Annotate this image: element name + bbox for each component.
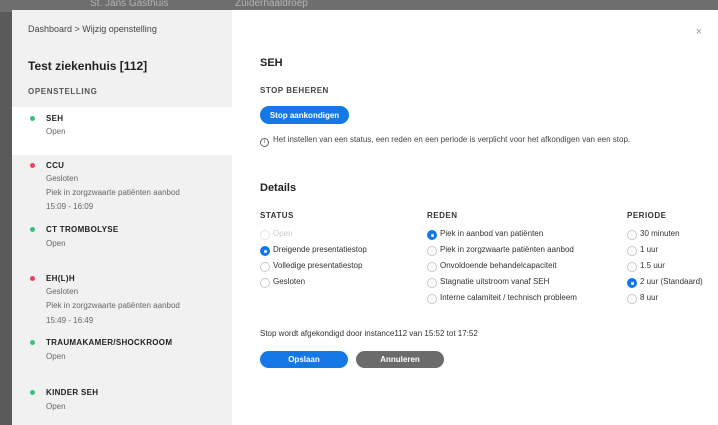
radio-icon [427,246,437,256]
details-title: Details [260,182,297,194]
status-dot [30,340,35,345]
close-icon[interactable]: × [696,26,702,38]
save-button[interactable]: Opslaan [260,351,348,368]
reden-option-label: Interne calamiteit / technisch probleem [440,293,577,302]
periode-option-label: 8 uur [640,293,659,302]
status-dot [30,390,35,395]
radio-icon [627,246,637,256]
cancel-button[interactable]: Annuleren [356,351,444,368]
status-dot [30,227,35,232]
status-heading: STATUS [260,211,294,220]
sidebar-item-time: 15:09 - 16:09 [46,202,94,211]
edit-openstelling-modal: Dashboard > Wijzig openstelling Test zie… [12,10,718,425]
stop-summary: Stop wordt afgekondigd door instance112 … [260,329,478,338]
info-icon: i [260,138,269,147]
sidebar-item-time: 15:49 - 16:49 [46,316,94,325]
sidebar-item-reason: Piek in zorgzwaarte patiënten aanbod [46,301,180,310]
sidebar-item-label: TRAUMAKAMER/SHOCKROOM [46,338,173,347]
background-fragment-right: Zuiderhaaldroep [235,0,308,9]
sidebar-item-ccu[interactable]: CCU Gesloten Piek in zorgzwaarte patiënt… [12,155,232,218]
reden-option-label: Onvoldoende behandelcapaciteit [440,261,557,270]
info-message: i Het instellen van een status, een reden… [260,135,630,147]
status-option-label: Volledige presentatiestop [273,261,363,270]
sidebar-item-traumakamer[interactable]: TRAUMAKAMER/SHOCKROOM Open [12,331,232,381]
radio-icon [260,246,270,256]
periode-option-label: 2 uur (Standaard) [640,277,703,286]
sidebar-item-status: Open [46,127,66,136]
radio-icon [260,262,270,272]
sidebar-item-status: Open [46,239,66,248]
reden-heading: REDEN [427,211,458,220]
status-option-label: Gesloten [273,277,306,286]
radio-icon [627,262,637,272]
sidebar-item-reason: Piek in zorgzwaarte patiënten aanbod [46,188,180,197]
sidebar-item-label: SEH [46,114,64,123]
reden-option-label: Piek in zorgzwaarte patiënten aanbod [440,245,574,254]
radio-icon [260,278,270,288]
radio-icon [427,262,437,272]
reden-option-label: Piek in aanbod van patiënten [440,229,544,238]
periode-option-label: 30 minuten [640,229,680,238]
sidebar-item-label: KINDER SEH [46,388,99,397]
status-dot [30,163,35,168]
sidebar-item-status: Open [46,402,66,411]
sidebar-item-status: Gesloten [46,174,79,183]
radio-icon [427,230,437,240]
page-title: SEH [260,57,283,69]
reden-option-label: Stagnatie uitstroom vanaf SEH [440,277,550,286]
sidebar-item-ct-trombolyse[interactable]: CT TROMBOLYSE Open [12,218,232,268]
sidebar-item-label: EH(L)H [46,274,75,283]
sidebar-item-status: Gesloten [46,287,79,296]
radio-icon [260,230,270,240]
info-text: Het instellen van een status, een reden … [273,135,631,144]
sidebar-item-status: Open [46,352,66,361]
radio-icon [427,278,437,288]
background-fragment-left: St. Jans Gasthuis [90,0,169,9]
sidebar-item-ehlh[interactable]: EH(L)H Gesloten Piek in zorgzwaarte pati… [12,268,232,331]
status-dot [30,116,35,121]
sidebar-item-seh[interactable]: SEH Open [12,107,232,155]
sidebar: Dashboard > Wijzig openstelling Test zie… [12,10,232,425]
radio-icon [427,294,437,304]
sidebar-item-label: CT TROMBOLYSE [46,225,119,234]
radio-icon [627,230,637,240]
radio-icon [627,294,637,304]
hospital-name: Test ziekenhuis [112] [28,59,148,73]
status-option-label: Open [273,229,293,238]
sidebar-item-label: CCU [46,161,65,170]
status-option-label: Dreigende presentatiestop [273,245,367,254]
status-dot [30,276,35,281]
periode-option-label: 1.5 uur [640,261,665,270]
openstelling-heading: OPENSTELLING [28,87,98,96]
periode-heading: PERIODE [627,211,667,220]
sidebar-item-kinder-seh[interactable]: KINDER SEH Open [12,381,232,425]
stop-aankondigen-button[interactable]: Stop aankondigen [260,106,349,124]
breadcrumb[interactable]: Dashboard > Wijzig openstelling [28,24,157,34]
stop-beheren-heading: STOP BEHEREN [260,86,329,95]
periode-option-label: 1 uur [640,245,659,254]
radio-icon [627,278,637,288]
